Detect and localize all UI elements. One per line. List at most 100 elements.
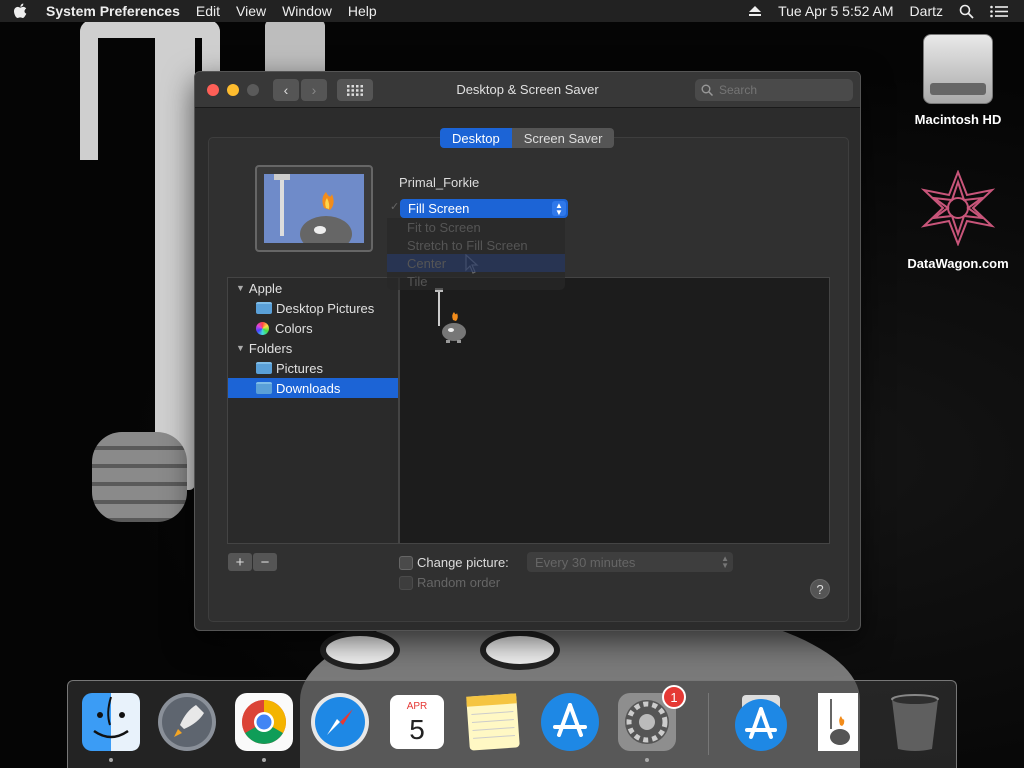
calendar-icon: APR 5 xyxy=(390,695,444,749)
source-item-downloads[interactable]: Downloads xyxy=(228,378,398,398)
eject-icon[interactable] xyxy=(740,0,770,22)
spotlight-icon[interactable] xyxy=(951,0,982,22)
notes-icon xyxy=(466,693,520,751)
notification-center-icon[interactable] xyxy=(982,0,1016,22)
image-name: Primal_Forkie xyxy=(399,175,480,190)
desktop-icon-label: DataWagon.com xyxy=(907,256,1009,271)
preview-image xyxy=(264,174,364,243)
random-order-label: Random order xyxy=(417,575,501,590)
menu-clock[interactable]: Tue Apr 5 5:52 AM xyxy=(770,0,901,22)
close-button[interactable] xyxy=(207,84,219,96)
dock-downloads-stack[interactable] xyxy=(730,691,792,753)
desktop-icon-datawagon[interactable]: DataWagon.com xyxy=(903,169,1013,271)
fit-option-tile[interactable]: Tile xyxy=(387,272,565,290)
show-all-button[interactable] xyxy=(337,79,373,101)
dock-chrome[interactable] xyxy=(233,691,295,762)
chevron-right-icon: › xyxy=(311,82,317,98)
disclosure-triangle-icon[interactable]: ▼ xyxy=(236,283,245,293)
wallpaper-preview xyxy=(255,165,373,252)
source-item-label: Downloads xyxy=(276,380,341,396)
zoom-button[interactable] xyxy=(247,84,259,96)
fit-mode-select[interactable]: Fill Screen ▲ ▼ xyxy=(400,199,568,218)
desktop-icon-label: Macintosh HD xyxy=(914,112,1002,127)
source-group-apple[interactable]: ▼ Apple xyxy=(228,278,398,298)
source-group-folders[interactable]: ▼ Folders xyxy=(228,338,398,358)
menu-view[interactable]: View xyxy=(228,0,274,22)
source-item-label: Pictures xyxy=(276,360,323,376)
back-button[interactable]: ‹ xyxy=(273,79,299,101)
fit-mode-value: Fill Screen xyxy=(408,201,470,216)
dock-notes[interactable] xyxy=(462,691,524,753)
random-order-checkbox[interactable] xyxy=(399,576,413,590)
add-folder-button[interactable]: + xyxy=(228,553,252,571)
tab-desktop[interactable]: Desktop xyxy=(440,128,512,148)
image-thumbnail[interactable] xyxy=(432,288,472,344)
change-picture-checkbox[interactable] xyxy=(399,556,413,570)
search-icon xyxy=(701,84,713,96)
search-input[interactable] xyxy=(719,83,839,97)
updown-chevron-icon: ▲ ▼ xyxy=(552,201,566,216)
image-grid xyxy=(399,277,830,544)
disclosure-triangle-icon[interactable]: ▼ xyxy=(236,343,245,353)
chevron-left-icon: ‹ xyxy=(283,82,289,98)
dock-separator xyxy=(708,693,709,755)
interval-select[interactable]: Every 30 minutes ▲ ▼ xyxy=(527,552,733,572)
source-item-pictures[interactable]: Pictures xyxy=(228,358,398,378)
chrome-icon xyxy=(235,693,293,751)
image-document-icon xyxy=(818,693,858,751)
help-button[interactable]: ? xyxy=(810,579,830,599)
wallpaper-eye-left xyxy=(320,630,400,670)
dock-system-preferences[interactable]: 1 xyxy=(616,685,686,762)
folder-icon xyxy=(256,362,272,374)
grid-icon xyxy=(347,84,363,96)
wallpaper-eye-right xyxy=(480,630,560,670)
menu-window[interactable]: Window xyxy=(274,0,340,22)
menu-bar: System Preferences Edit View Window Help… xyxy=(0,0,1024,22)
search-field[interactable] xyxy=(695,79,853,101)
menu-edit[interactable]: Edit xyxy=(188,0,228,22)
source-list: ▼ Apple Desktop Pictures Colors ▼ Folder… xyxy=(227,277,399,544)
app-store-icon xyxy=(541,693,599,751)
dock-calendar[interactable]: APR 5 xyxy=(386,691,448,753)
source-item-label: Desktop Pictures xyxy=(276,300,375,316)
dock-trash[interactable] xyxy=(884,691,946,753)
folder-icon xyxy=(256,382,272,394)
source-item-colors[interactable]: Colors xyxy=(228,318,398,338)
dock-image-document[interactable] xyxy=(806,691,868,753)
hard-drive-icon xyxy=(923,34,993,104)
window-titlebar[interactable]: ‹ › Desktop & Screen Saver xyxy=(195,72,860,108)
remove-folder-button[interactable]: − xyxy=(253,553,277,571)
wallpaper-hand xyxy=(92,432,187,522)
calendar-day: 5 xyxy=(409,714,425,745)
fit-option-center[interactable]: Center xyxy=(387,254,565,272)
minimize-button[interactable] xyxy=(227,84,239,96)
wallpaper-fork-handle xyxy=(155,30,195,490)
tab-screen-saver[interactable]: Screen Saver xyxy=(511,128,615,148)
dock-launchpad[interactable] xyxy=(156,691,218,753)
source-item-desktop-pictures[interactable]: Desktop Pictures xyxy=(228,298,398,318)
colors-icon xyxy=(256,321,269,335)
forward-button[interactable]: › xyxy=(301,79,327,101)
source-group-label: Apple xyxy=(248,280,283,296)
trash-icon xyxy=(891,694,939,751)
launchpad-icon xyxy=(158,693,216,751)
apple-menu-icon[interactable] xyxy=(0,0,40,22)
calendar-month: APR xyxy=(407,701,428,712)
fit-option-stretch[interactable]: Stretch to Fill Screen xyxy=(387,236,565,254)
dock-finder[interactable] xyxy=(80,691,142,762)
menu-app-name[interactable]: System Preferences xyxy=(40,0,188,22)
menu-help[interactable]: Help xyxy=(340,0,385,22)
safari-icon xyxy=(311,693,369,751)
tab-bar: Desktop Screen Saver xyxy=(440,128,615,148)
checkmark-icon: ✓ xyxy=(390,201,400,213)
dock-app-store[interactable] xyxy=(539,691,601,753)
running-indicator xyxy=(109,758,113,762)
interval-value: Every 30 minutes xyxy=(535,554,636,570)
fit-option-fit-to-screen[interactable]: Fit to Screen xyxy=(387,218,565,236)
dock-safari[interactable] xyxy=(309,691,371,753)
desktop-icon-macintosh-hd[interactable]: Macintosh HD xyxy=(903,34,1013,127)
menu-user[interactable]: Dartz xyxy=(902,0,951,22)
change-picture-label: Change picture: xyxy=(417,555,509,570)
running-indicator xyxy=(262,758,266,762)
notification-badge: 1 xyxy=(662,685,686,709)
